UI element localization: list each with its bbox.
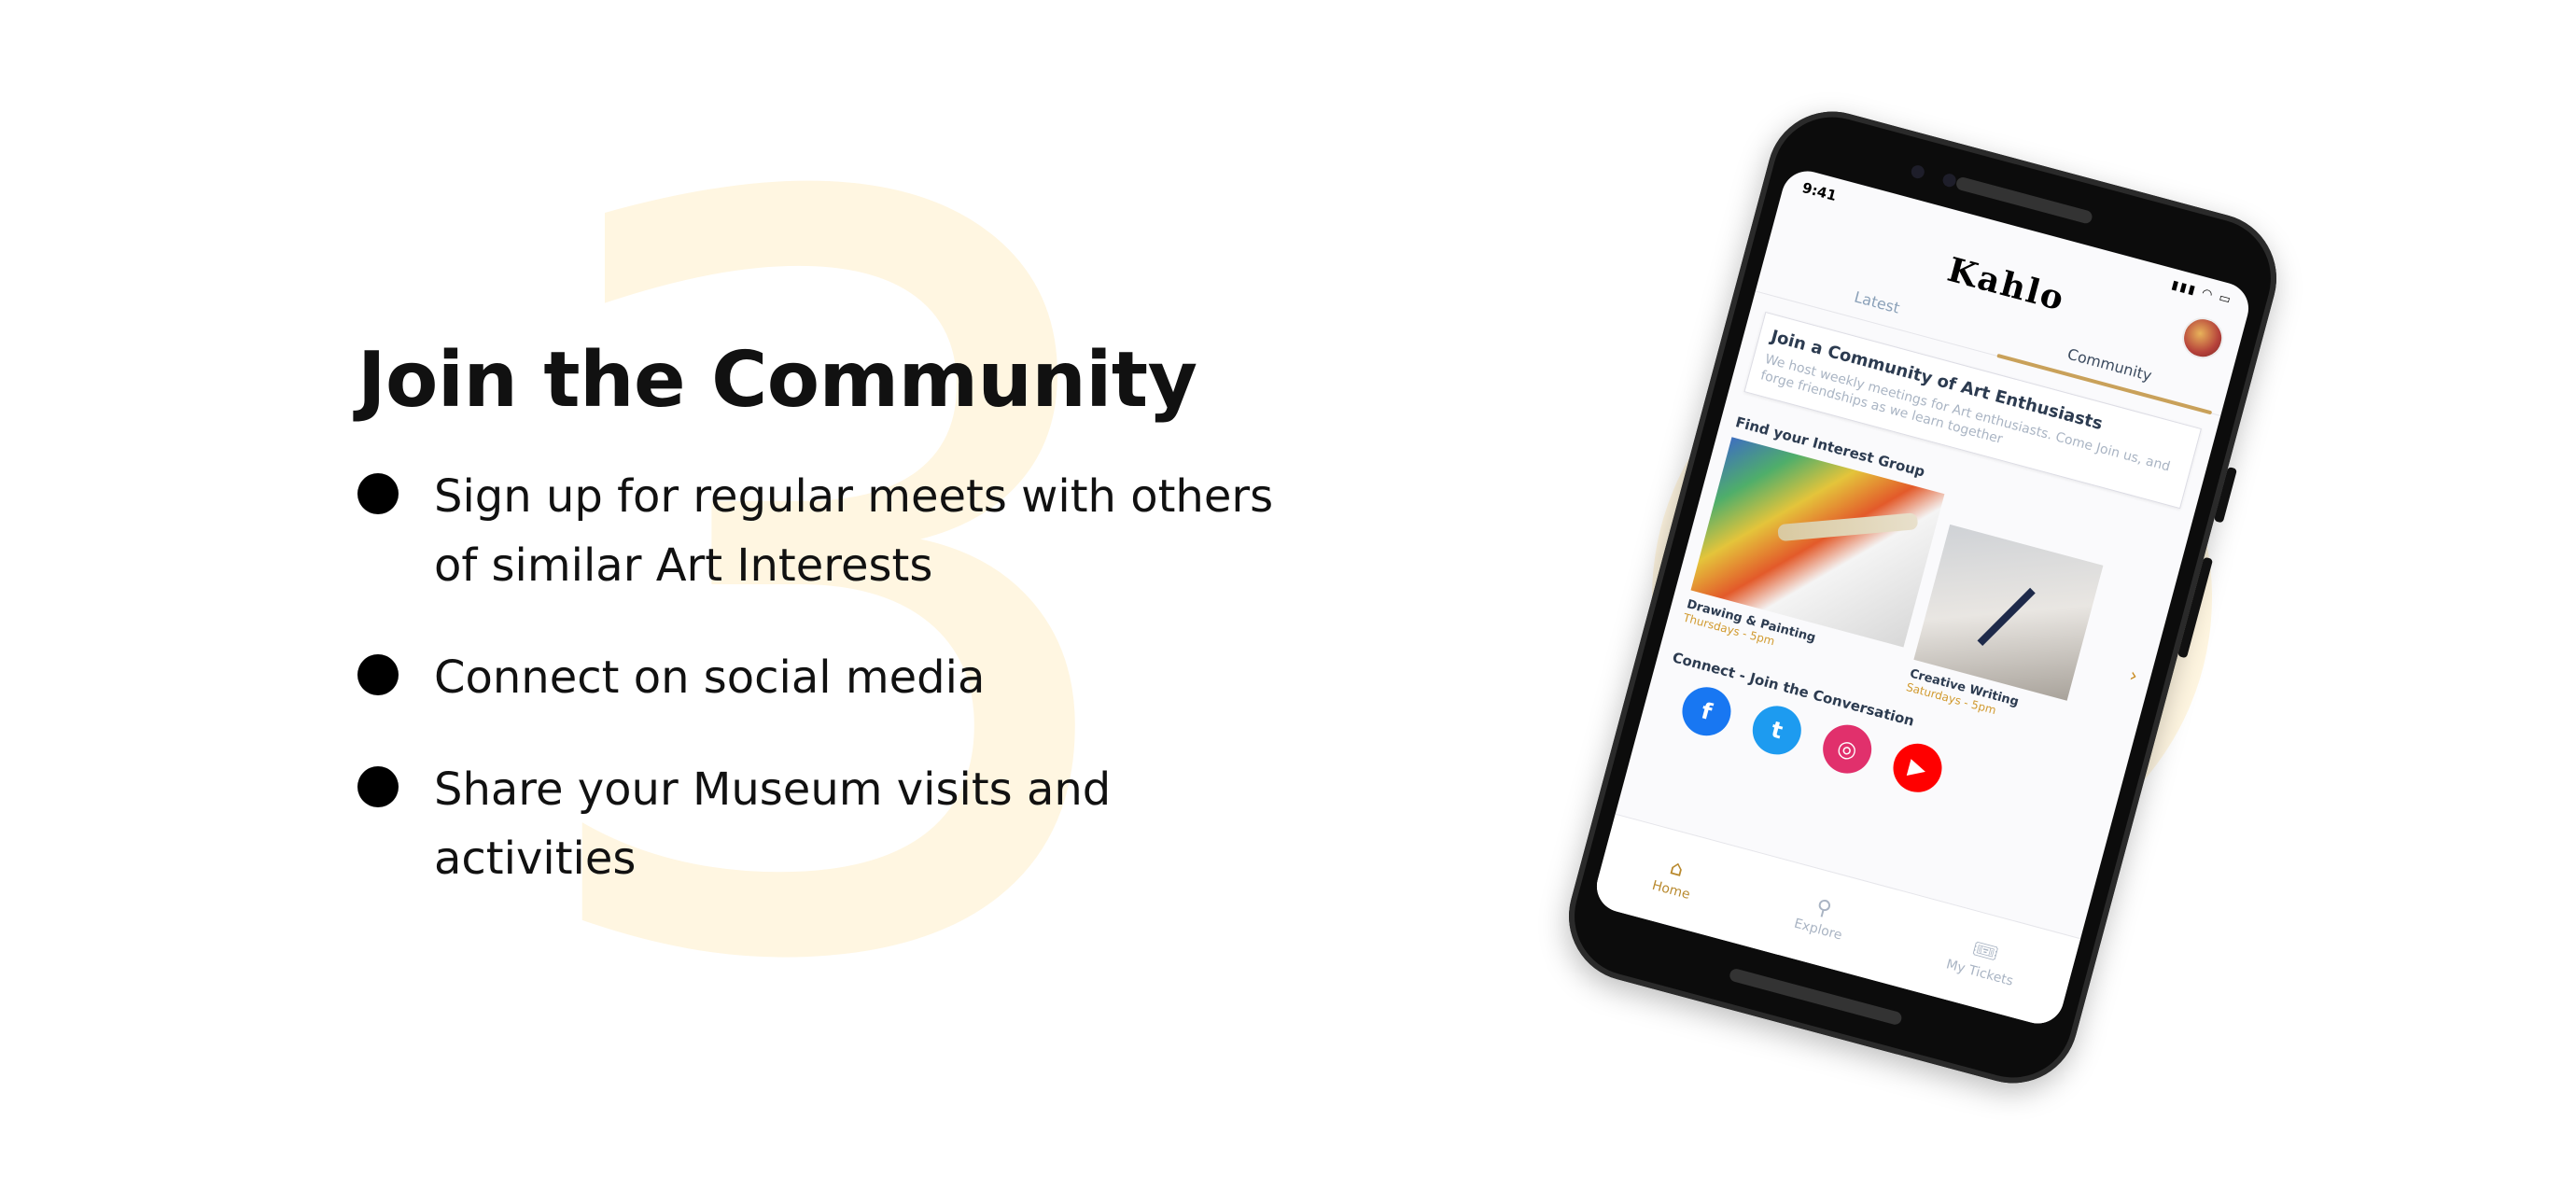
interest-card[interactable]: Creative Writing Saturdays - 5pm: [1905, 524, 2104, 735]
youtube-icon[interactable]: ▶: [1887, 737, 1948, 798]
bullet-icon: [357, 473, 399, 514]
phone-frame: 9:41 ▮▮▮ ◠ ▭ Kahlo Latest Community Join…: [1554, 96, 2291, 1099]
brush-shape: [1777, 512, 1919, 542]
nav-label: Home: [1650, 877, 1692, 903]
bullet-text: Sign up for regular meets with others of…: [434, 470, 1274, 592]
list-item: Connect on social media: [357, 643, 1302, 712]
search-icon: ⚲: [1813, 895, 1835, 922]
battery-icon: ▭: [2217, 290, 2234, 308]
feature-list: Sign up for regular meets with others of…: [357, 462, 1302, 893]
list-item: Share your Museum visits and activities: [357, 755, 1302, 893]
home-icon: ⌂: [1667, 856, 1687, 883]
list-item: Sign up for regular meets with others of…: [357, 462, 1302, 600]
wifi-icon: ◠: [2200, 286, 2216, 303]
bullet-text: Share your Museum visits and activities: [434, 763, 1112, 885]
bullet-text: Connect on social media: [434, 651, 986, 704]
power-button: [2213, 466, 2238, 524]
page-title: Join the Community: [357, 336, 1197, 425]
phone-mockup: 9:41 ▮▮▮ ◠ ▭ Kahlo Latest Community Join…: [1554, 96, 2291, 1099]
bullet-icon: [357, 766, 399, 807]
feature-content: Join the Community Sign up for regular m…: [357, 336, 1302, 936]
bullet-icon: [357, 654, 399, 695]
facebook-icon[interactable]: f: [1676, 681, 1737, 742]
nav-home[interactable]: ⌂ Home: [1650, 855, 1698, 903]
front-camera-icon: [1910, 163, 1926, 180]
avatar[interactable]: [2177, 313, 2229, 364]
nav-explore[interactable]: ⚲ Explore: [1792, 892, 1850, 943]
instagram-icon[interactable]: ◎: [1817, 719, 1878, 779]
ticket-icon: 🎟: [1969, 937, 2001, 967]
sensor-icon: [1941, 172, 1958, 189]
pen-shape: [1977, 587, 2036, 647]
twitter-icon[interactable]: t: [1746, 700, 1807, 761]
nav-label: Explore: [1792, 916, 1844, 944]
phone-screen: 9:41 ▮▮▮ ◠ ▭ Kahlo Latest Community Join…: [1590, 165, 2255, 1029]
nav-my-tickets[interactable]: 🎟 My Tickets: [1944, 933, 2021, 989]
